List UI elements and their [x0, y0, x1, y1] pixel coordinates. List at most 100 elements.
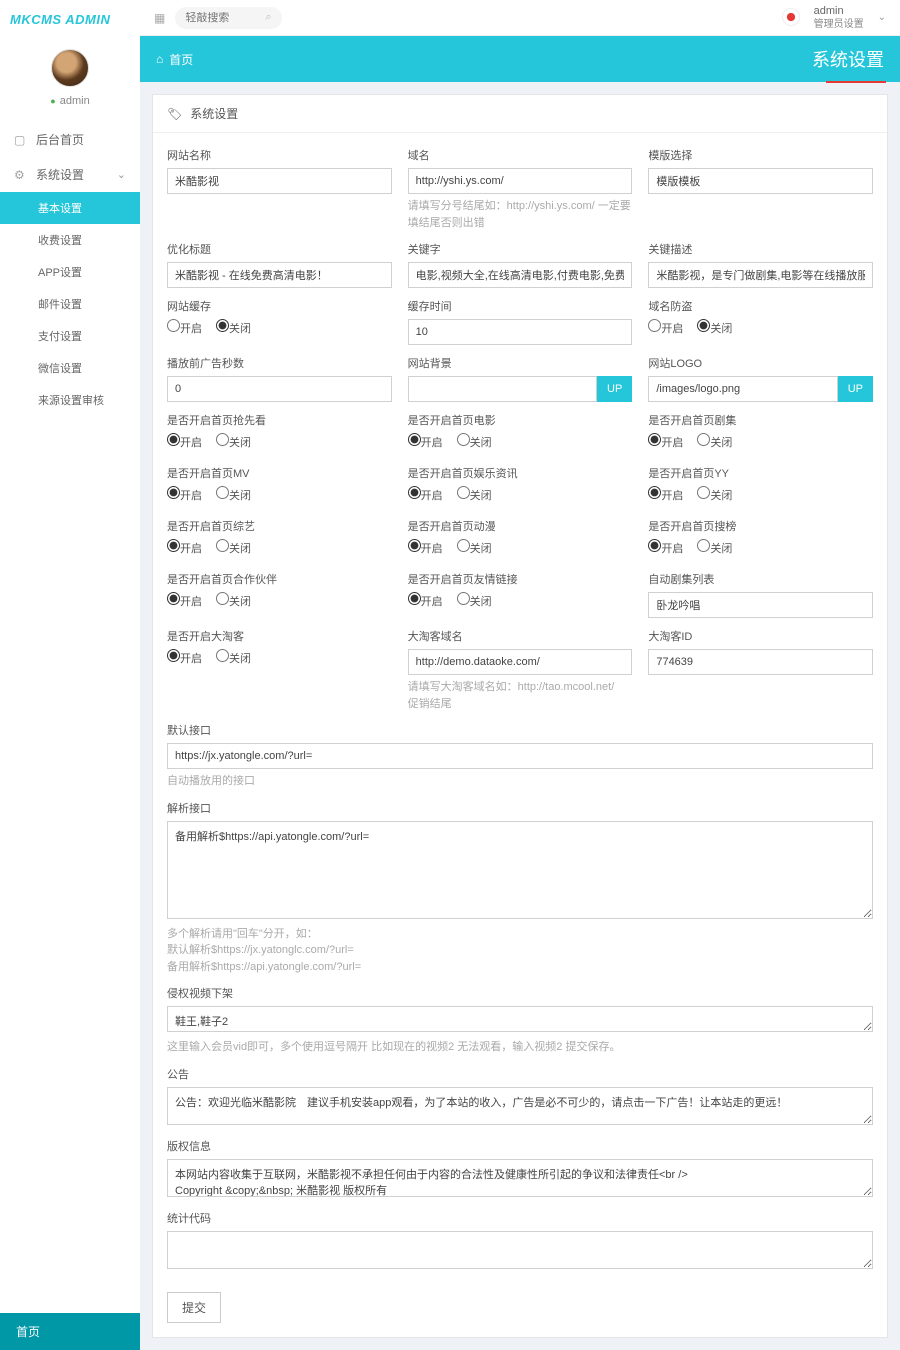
field-notice: 公告 — [167, 1066, 873, 1128]
search-input[interactable] — [185, 12, 265, 24]
sidebar: MKCMS ADMIN admin ▢ 后台首页 ⚙ 系统设置 基本设置 收费设… — [0, 0, 140, 1350]
radio-home_dongman-0[interactable]: 开启 — [408, 539, 443, 556]
upload-logo-button[interactable]: UP — [838, 376, 873, 402]
radio-cache-on[interactable]: 开启 — [167, 319, 202, 336]
upload-bg-button[interactable]: UP — [597, 376, 632, 402]
radio-home_yule-0[interactable]: 开启 — [408, 486, 443, 503]
input-domain[interactable] — [408, 168, 633, 194]
input-auto_list[interactable] — [648, 592, 873, 618]
breadcrumb: ⌂ 首页 系统设置 — [140, 36, 900, 82]
input-logo[interactable] — [648, 376, 837, 402]
nav-list: ▢ 后台首页 ⚙ 系统设置 基本设置 收费设置 APP设置 邮件设置 支付设置 … — [0, 122, 140, 416]
main: ▦ ⌕ admin 管理员设置 ⌄ ⌂ 首页 系统设置 — [140, 0, 900, 1350]
field-description: 关键描述 — [648, 241, 873, 288]
field-auto_list: 自动剧集列表 — [648, 571, 873, 618]
field-parse-port: 解析接口 多个解析请用"回车"分开，如： 默认解析$https://jx.yat… — [167, 800, 873, 976]
crumb-home[interactable]: 首页 — [169, 51, 193, 68]
radio-home_mv-0[interactable]: 开启 — [167, 486, 202, 503]
page-title: 系统设置 — [812, 46, 884, 72]
radio-home_partner-1[interactable]: 关闭 — [216, 592, 251, 609]
radio-home_lead-0[interactable]: 开启 — [167, 433, 202, 450]
user-block[interactable]: admin 管理员设置 — [814, 4, 864, 31]
flag-icon[interactable] — [782, 8, 800, 26]
input-description[interactable] — [648, 262, 873, 288]
subnav-source[interactable]: 来源设置审核 — [0, 384, 140, 416]
menu-icon[interactable]: ▦ — [154, 11, 163, 25]
textarea-notice[interactable] — [167, 1087, 873, 1125]
radio-home_partner-0[interactable]: 开启 — [167, 592, 202, 609]
input-keywords[interactable] — [408, 262, 633, 288]
radio-home_movie-0[interactable]: 开启 — [408, 433, 443, 450]
field-home_link: 是否开启首页友情链接开启关闭 — [408, 571, 633, 618]
textarea-parse-port[interactable] — [167, 821, 873, 919]
field-home_drama: 是否开启首页剧集开启关闭 — [648, 412, 873, 455]
subnav-mail[interactable]: 邮件设置 — [0, 288, 140, 320]
user-role: 管理员设置 — [814, 18, 864, 31]
input-bg[interactable] — [408, 376, 597, 402]
radio-antisteal-on[interactable]: 开启 — [648, 319, 683, 336]
radio-home_link-0[interactable]: 开启 — [408, 592, 443, 609]
topbar: ▦ ⌕ admin 管理员设置 ⌄ — [140, 0, 900, 36]
input-seo-title[interactable] — [167, 262, 392, 288]
textarea-copyright[interactable] — [167, 1159, 873, 1197]
nav-system[interactable]: ⚙ 系统设置 — [0, 157, 140, 192]
radio-home_yule-1[interactable]: 关闭 — [457, 486, 492, 503]
avatar-name: admin — [0, 95, 140, 107]
chevron-down-icon[interactable]: ⌄ — [878, 12, 886, 23]
textarea-stats[interactable] — [167, 1231, 873, 1269]
radio-home_zongyi-1[interactable]: 关闭 — [216, 539, 251, 556]
input-site-name[interactable] — [167, 168, 392, 194]
field-domain: 域名 请填写分号结尾如：http://yshi.ys.com/ 一定要填结尾否则… — [408, 147, 633, 231]
input-ad-sec[interactable] — [167, 376, 392, 402]
radio-dataoke-off[interactable]: 关闭 — [216, 649, 251, 666]
radio-home_souhang-1[interactable]: 关闭 — [697, 539, 732, 556]
subnav-fee[interactable]: 收费设置 — [0, 224, 140, 256]
desktop-icon: ▢ — [14, 133, 28, 147]
input-default-port[interactable] — [167, 743, 873, 769]
home-icon[interactable]: ⌂ — [156, 52, 163, 66]
radio-dataoke-on[interactable]: 开启 — [167, 649, 202, 666]
field-home_zongyi: 是否开启首页综艺开启关闭 — [167, 518, 392, 561]
textarea-ban-video[interactable] — [167, 1006, 873, 1032]
search-icon[interactable]: ⌕ — [265, 11, 271, 24]
input-template[interactable] — [648, 168, 873, 194]
subnav-pay[interactable]: 支付设置 — [0, 320, 140, 352]
radio-cache-off[interactable]: 关闭 — [216, 319, 251, 336]
field-seo-title: 优化标题 — [167, 241, 392, 288]
panel-header: 🏷 系统设置 — [153, 95, 887, 133]
tag-icon: 🏷 — [167, 107, 182, 121]
radio-home_drama-0[interactable]: 开启 — [648, 433, 683, 450]
search-box[interactable]: ⌕ — [175, 7, 281, 29]
radio-home_link-1[interactable]: 关闭 — [457, 592, 492, 609]
sidebar-footer[interactable]: 首页 — [0, 1313, 140, 1350]
field-dataoke-id: 大淘客ID — [648, 628, 873, 712]
subnav-wechat[interactable]: 微信设置 — [0, 352, 140, 384]
radio-home_yy-1[interactable]: 关闭 — [697, 486, 732, 503]
gear-icon: ⚙ — [14, 168, 28, 182]
radio-home_mv-1[interactable]: 关闭 — [216, 486, 251, 503]
radio-home_lead-1[interactable]: 关闭 — [216, 433, 251, 450]
radio-home_dongman-1[interactable]: 关闭 — [457, 539, 492, 556]
field-dataoke-domain: 大淘客域名 请填写大淘客域名如：http://tao.mcool.net/ 促销… — [408, 628, 633, 712]
avatar[interactable] — [51, 49, 89, 87]
radio-home_zongyi-0[interactable]: 开启 — [167, 539, 202, 556]
field-site-name: 网站名称 — [167, 147, 392, 231]
radio-home_drama-1[interactable]: 关闭 — [697, 433, 732, 450]
input-dataoke-domain[interactable] — [408, 649, 633, 675]
radio-home_yy-0[interactable]: 开启 — [648, 486, 683, 503]
radio-antisteal-off[interactable]: 关闭 — [697, 319, 732, 336]
field-ban-video: 侵权视频下架 这里输入会员vid即可，多个使用逗号隔开 比如现在的视频2 无法观… — [167, 985, 873, 1056]
radio-home_movie-1[interactable]: 关闭 — [457, 433, 492, 450]
nav-dashboard[interactable]: ▢ 后台首页 — [0, 122, 140, 157]
input-dataoke-id[interactable] — [648, 649, 873, 675]
input-cache-time[interactable] — [408, 319, 633, 345]
field-logo: 网站LOGO UP — [648, 355, 873, 402]
field-home_mv: 是否开启首页MV开启关闭 — [167, 465, 392, 508]
field-dataoke: 是否开启大淘客 开启 关闭 — [167, 628, 392, 712]
subnav-app[interactable]: APP设置 — [0, 256, 140, 288]
radio-home_souhang-0[interactable]: 开启 — [648, 539, 683, 556]
subnav-basic[interactable]: 基本设置 — [0, 192, 140, 224]
field-stats: 统计代码 — [167, 1210, 873, 1272]
submit-button[interactable]: 提交 — [167, 1292, 221, 1323]
field-ad-sec: 播放前广告秒数 — [167, 355, 392, 402]
